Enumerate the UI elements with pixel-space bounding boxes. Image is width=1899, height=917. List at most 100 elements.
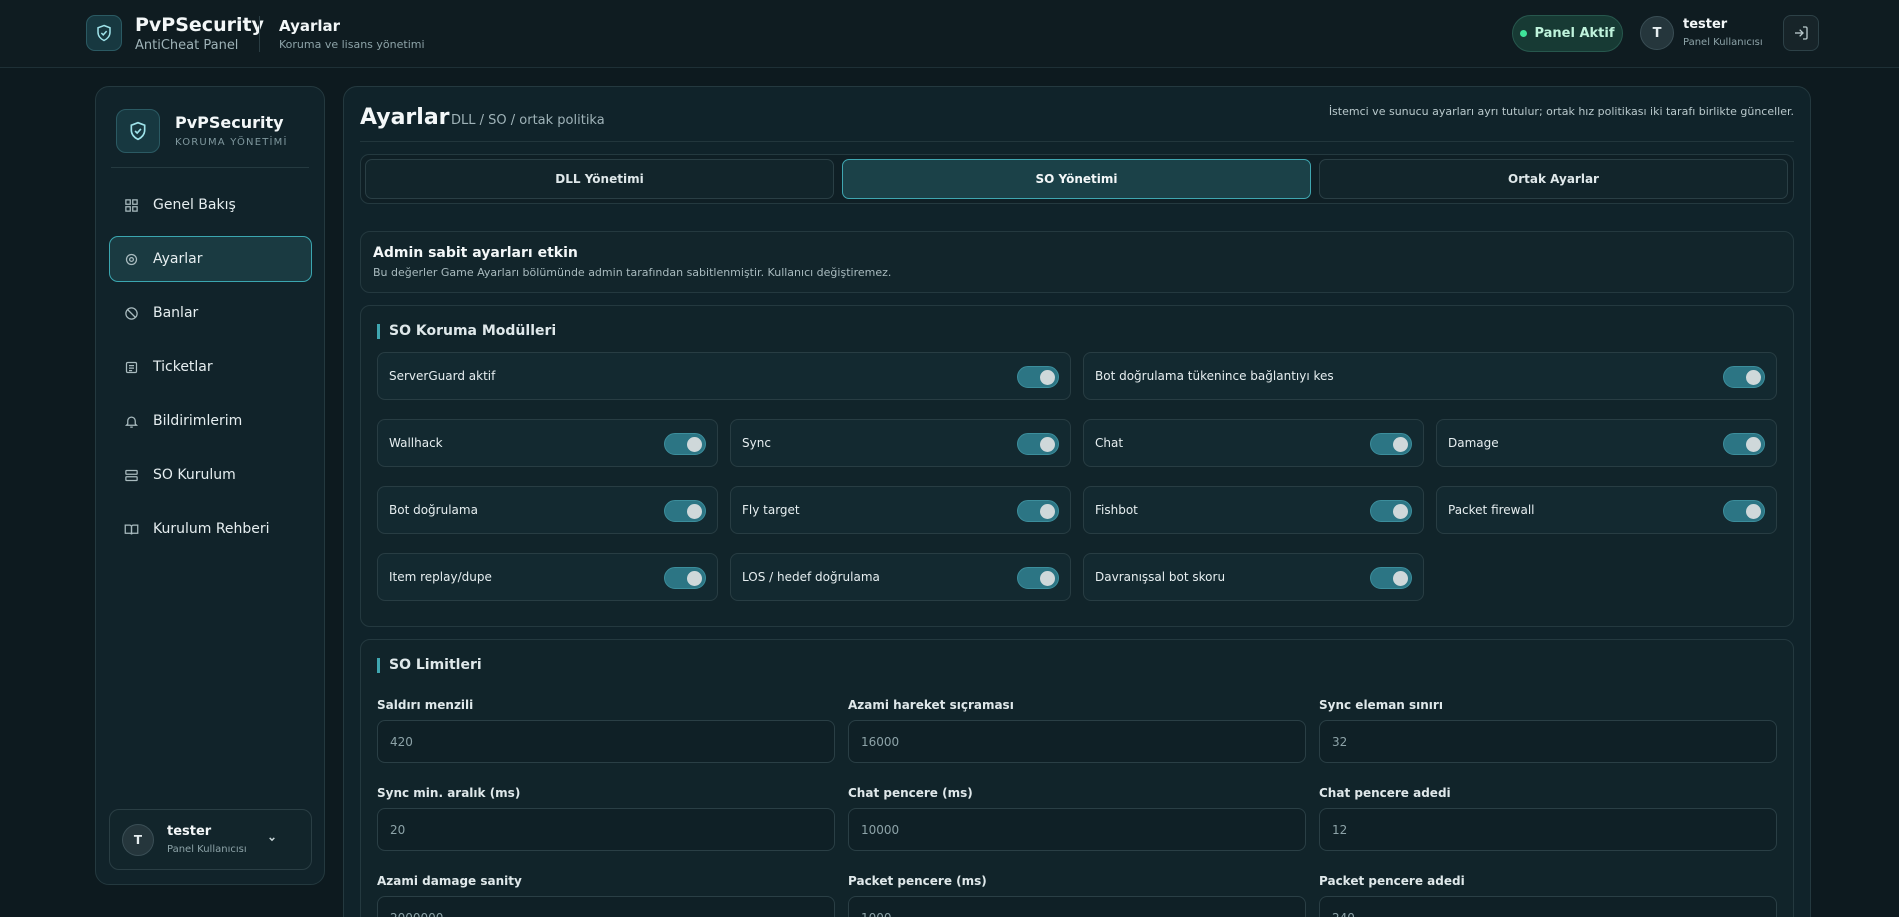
toggle-switch[interactable] — [1017, 567, 1059, 589]
toggle-knob — [687, 571, 702, 586]
sidebar-item-label: Ayarlar — [153, 251, 203, 267]
notice-text: Bu değerler Game Ayarları bölümünde admi… — [373, 266, 892, 279]
sync-min-interval-input[interactable]: 20 — [377, 808, 835, 851]
chat-window-count-input[interactable]: 12 — [1319, 808, 1777, 851]
module-label: Chat — [1095, 436, 1124, 450]
toggle-knob — [687, 504, 702, 519]
packet-window-count-input[interactable]: 240 — [1319, 896, 1777, 917]
module-toggle-row: Fishbot — [1083, 486, 1424, 534]
logout-icon — [1795, 26, 1808, 40]
logout-button[interactable] — [1783, 15, 1819, 51]
module-toggle-row: Fly target — [730, 486, 1071, 534]
toggle-switch[interactable] — [1017, 433, 1059, 455]
bell-icon — [123, 413, 139, 429]
module-label: Damage — [1448, 436, 1499, 450]
chat-window-input[interactable]: 10000 — [848, 808, 1306, 851]
user-name: tester — [1683, 17, 1728, 32]
toggle-knob — [1040, 437, 1055, 452]
attack-range-input[interactable]: 420 — [377, 720, 835, 763]
module-toggle-row: Item replay/dupe — [377, 553, 718, 601]
toggle-switch[interactable] — [664, 500, 706, 522]
toggle-knob — [1040, 571, 1055, 586]
notice-title: Admin sabit ayarları etkin — [373, 245, 578, 261]
sidebar-item-label: Bildirimlerim — [153, 413, 243, 429]
max-move-jump-input[interactable]: 16000 — [848, 720, 1306, 763]
chevron-down-icon — [269, 837, 275, 842]
toggle-knob — [1746, 504, 1761, 519]
avatar: T — [122, 824, 154, 856]
settings-panel: Ayarlar DLL / SO / ortak politika İstemc… — [343, 86, 1811, 917]
toggle-switch[interactable] — [1370, 433, 1412, 455]
module-toggle-row: Chat — [1083, 419, 1424, 467]
sidebar-item-genel-bakis[interactable]: Genel Bakış — [109, 182, 312, 228]
module-label: Fishbot — [1095, 503, 1138, 517]
module-label: Davranışsal bot skoru — [1095, 570, 1226, 584]
toggle-knob — [1040, 504, 1055, 519]
toggle-knob — [1746, 370, 1761, 385]
field-label: Packet pencere (ms) — [848, 874, 987, 888]
tab-dll-yonetimi[interactable]: DLL Yönetimi — [365, 159, 834, 199]
status-dot-icon — [1520, 30, 1528, 37]
panel-status-badge: Panel Aktif — [1512, 15, 1623, 52]
module-toggle-row: ServerGuard aktif — [377, 352, 1071, 400]
status-label: Panel Aktif — [1534, 26, 1615, 41]
sidebar: PvPSecurity KORUMA YÖNETİMİ Genel Bakış … — [95, 86, 325, 885]
header-divider — [360, 141, 1794, 142]
toggle-switch[interactable] — [1370, 500, 1412, 522]
sidebar-user-menu[interactable]: T tester Panel Kullanıcısı — [109, 809, 312, 870]
module-label: Fly target — [742, 503, 800, 517]
sidebar-item-ticketlar[interactable]: Ticketlar — [109, 344, 312, 390]
shield-icon — [116, 109, 160, 153]
user-role: Panel Kullanıcısı — [167, 844, 247, 855]
sidebar-item-ayarlar[interactable]: Ayarlar — [109, 236, 312, 282]
toggle-switch[interactable] — [1723, 500, 1765, 522]
module-toggle-row: Damage — [1436, 419, 1777, 467]
field-label: Saldırı menzili — [377, 698, 474, 712]
sidebar-brand-title: PvPSecurity — [175, 113, 284, 132]
so-modules-section: SO Koruma Modülleri ServerGuard aktif Bo… — [360, 305, 1794, 627]
field-label: Chat pencere (ms) — [848, 786, 973, 800]
avatar[interactable]: T — [1640, 16, 1674, 50]
sidebar-item-label: Genel Bakış — [153, 197, 236, 213]
toggle-switch[interactable] — [1723, 366, 1765, 388]
sidebar-item-banlar[interactable]: Banlar — [109, 290, 312, 336]
field-label: Sync min. aralık (ms) — [377, 786, 521, 800]
toggle-knob — [1393, 571, 1408, 586]
page-title: Ayarlar — [279, 17, 341, 35]
toggle-knob — [1393, 437, 1408, 452]
field-label: Packet pencere adedi — [1319, 874, 1465, 888]
brand-title: PvPSecurity — [135, 14, 264, 36]
user-name: tester — [167, 824, 212, 839]
module-label: Wallhack — [389, 436, 443, 450]
field-label: Chat pencere adedi — [1319, 786, 1451, 800]
toggle-knob — [1393, 504, 1408, 519]
toggle-switch[interactable] — [1723, 433, 1765, 455]
sync-element-limit-input[interactable]: 32 — [1319, 720, 1777, 763]
so-limits-section: SO Limitleri Saldırı menzili 420 Azami h… — [360, 639, 1794, 917]
module-toggle-row: LOS / hedef doğrulama — [730, 553, 1071, 601]
toggle-switch[interactable] — [664, 433, 706, 455]
toggle-switch[interactable] — [1370, 567, 1412, 589]
packet-window-input[interactable]: 1000 — [848, 896, 1306, 917]
toggle-switch[interactable] — [664, 567, 706, 589]
max-damage-sanity-input[interactable]: 2000000 — [377, 896, 835, 917]
gear-icon — [123, 251, 139, 267]
toggle-switch[interactable] — [1017, 366, 1059, 388]
toggle-knob — [687, 437, 702, 452]
module-toggle-row: Sync — [730, 419, 1071, 467]
module-toggle-row: Packet firewall — [1436, 486, 1777, 534]
ban-icon — [123, 305, 139, 321]
module-toggle-row: Davranışsal bot skoru — [1083, 553, 1424, 601]
module-label: Item replay/dupe — [389, 570, 492, 584]
user-role: Panel Kullanıcısı — [1683, 37, 1763, 48]
module-label: ServerGuard aktif — [389, 369, 496, 383]
sidebar-item-so-kurulum[interactable]: SO Kurulum — [109, 452, 312, 498]
sidebar-item-label: SO Kurulum — [153, 467, 236, 483]
tab-ortak-ayarlar[interactable]: Ortak Ayarlar — [1319, 159, 1788, 199]
module-label: Sync — [742, 436, 771, 450]
tab-so-yonetimi[interactable]: SO Yönetimi — [842, 159, 1311, 199]
toggle-switch[interactable] — [1017, 500, 1059, 522]
sidebar-item-kurulum-rehberi[interactable]: Kurulum Rehberi — [109, 506, 312, 552]
sidebar-item-bildirimlerim[interactable]: Bildirimlerim — [109, 398, 312, 444]
module-label: Bot doğrulama — [389, 503, 478, 517]
